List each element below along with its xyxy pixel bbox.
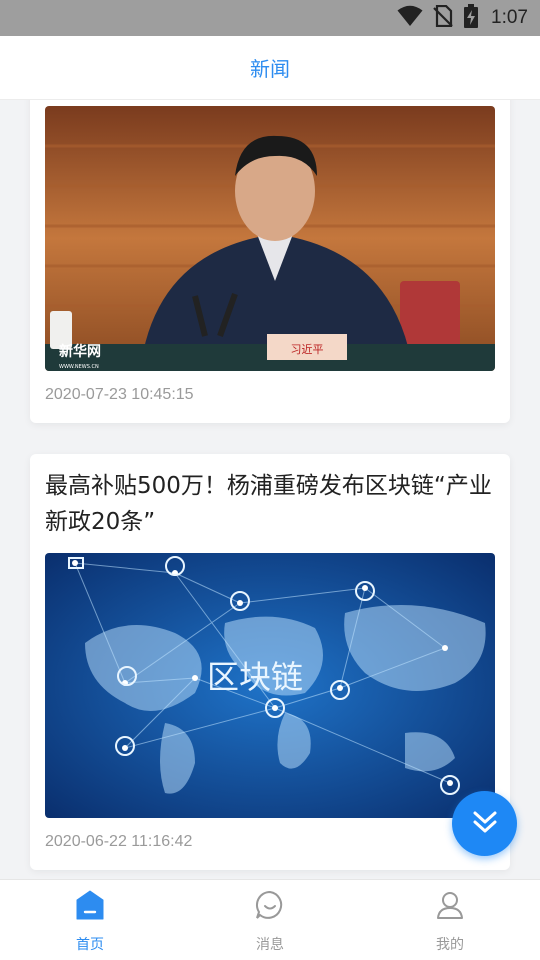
double-chevron-down-icon [470, 807, 500, 841]
status-time: 1:07 [491, 7, 528, 28]
tab-profile-label: 我的 [436, 937, 464, 953]
tab-home-label: 首页 [76, 937, 104, 953]
bottom-tab-bar: 首页 消息 我的 [0, 879, 540, 960]
status-bar: 1:07 [0, 0, 540, 36]
nameplate-text: 习近平 [291, 343, 324, 356]
page-title: 新闻 [250, 57, 290, 81]
news-image[interactable]: 区块链 [45, 553, 495, 818]
user-icon [433, 888, 467, 922]
image-caption: 区块链 [207, 658, 303, 696]
scroll-down-button[interactable] [452, 791, 517, 856]
image-watermark: 新华网 [59, 343, 101, 360]
tab-messages[interactable]: 消息 [180, 880, 360, 960]
news-image[interactable]: 习近平 新华网 WWW.NEWS.CN [45, 106, 495, 371]
tab-profile[interactable]: 我的 [360, 880, 540, 960]
no-sim-icon [433, 4, 453, 31]
image-watermark-url: WWW.NEWS.CN [59, 364, 99, 370]
wifi-icon [397, 5, 423, 31]
battery-charging-icon [463, 4, 479, 32]
tab-home[interactable]: 首页 [0, 880, 180, 960]
news-date: 2020-07-23 10:45:15 [45, 386, 194, 403]
news-card[interactable]: 最高补贴500万！杨浦重磅发布区块链“产业新政20条” 区块链 2020-06-… [30, 454, 510, 870]
tab-messages-label: 消息 [256, 937, 284, 953]
news-title[interactable]: 最高补贴500万！杨浦重磅发布区块链“产业新政20条” [45, 468, 495, 540]
news-feed[interactable]: 习近平 新华网 WWW.NEWS.CN 2020-07-23 10:45:15 … [0, 100, 540, 879]
message-icon [253, 888, 287, 922]
news-card[interactable]: 习近平 新华网 WWW.NEWS.CN 2020-07-23 10:45:15 [30, 100, 510, 423]
home-icon [73, 888, 107, 922]
news-date: 2020-06-22 11:16:42 [45, 833, 193, 850]
status-icons: 1:07 [397, 0, 528, 36]
app-header: 新闻 [0, 36, 540, 100]
